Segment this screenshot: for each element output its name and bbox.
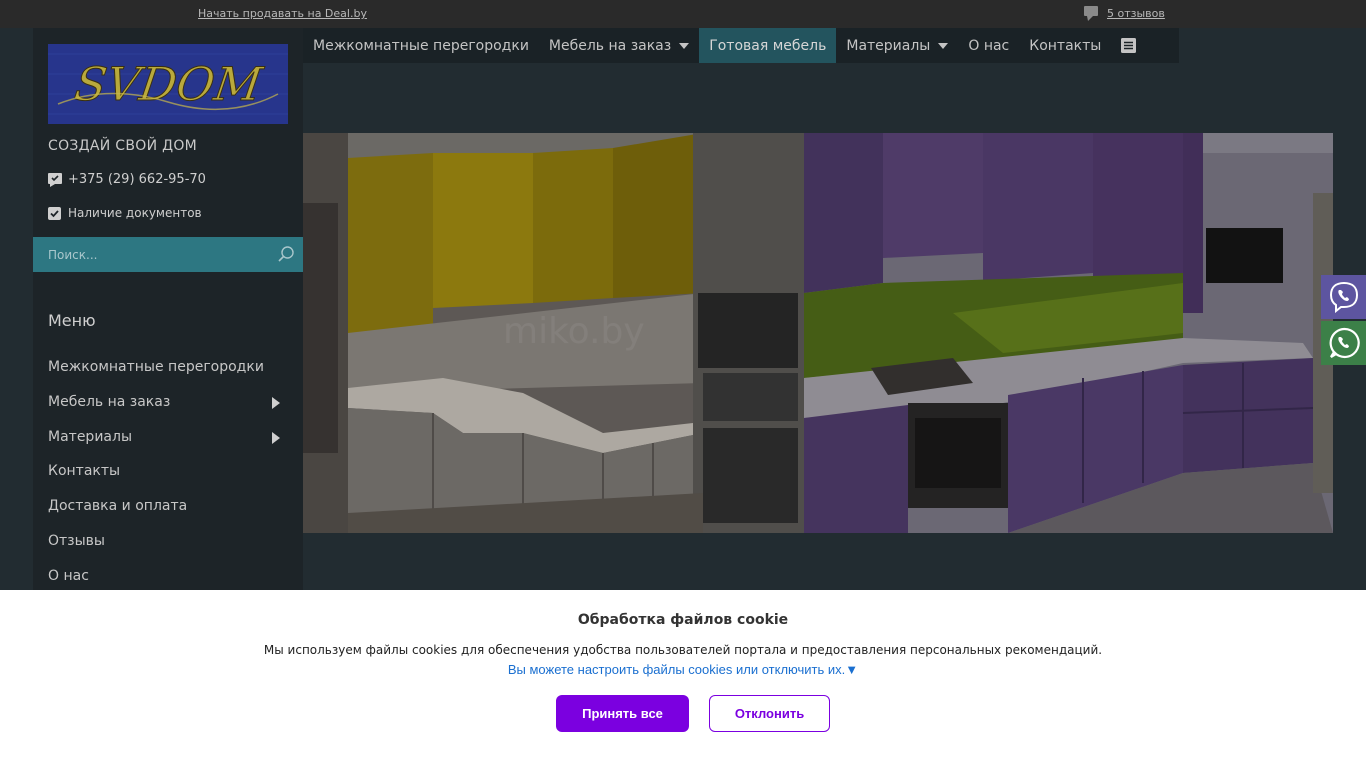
search-icon[interactable]	[277, 245, 295, 263]
viber-icon	[1329, 281, 1358, 313]
sidebar-item-partitions[interactable]: Межкомнатные перегородки	[48, 350, 288, 385]
site-logo[interactable]: SVDOM	[48, 44, 288, 124]
nav-item-contacts[interactable]: Контакты	[1019, 28, 1111, 63]
chevron-down-icon	[938, 42, 949, 49]
cookie-settings-link[interactable]: Вы можете настроить файлы cookies или от…	[0, 662, 1366, 677]
hero-banner-image[interactable]: miko.by	[303, 133, 1333, 533]
nav-item-ready-furniture[interactable]: Готовая мебель	[699, 28, 837, 63]
nav-item-about[interactable]: О нас	[958, 28, 1019, 63]
sidebar-item-materials[interactable]: Материалы	[48, 420, 288, 455]
top-bar: Начать продавать на Deal.by 5 отзывов	[0, 0, 1366, 28]
documents-label: Наличие документов	[68, 206, 202, 220]
chevron-right-icon[interactable]	[272, 431, 280, 444]
decline-button[interactable]: Отклонить	[709, 695, 830, 732]
cookie-banner: Обработка файлов cookie Мы используем фа…	[0, 590, 1366, 768]
reviews-link[interactable]: 5 отзывов	[1107, 7, 1165, 20]
whatsapp-icon	[1329, 327, 1360, 359]
phone-number[interactable]: +375 (29) 662-95-70	[68, 172, 206, 187]
sidebar-item-contacts[interactable]: Контакты	[48, 454, 288, 489]
search-input[interactable]	[48, 246, 258, 264]
main-nav: Межкомнатные перегородки Мебель на заказ…	[303, 28, 1179, 63]
sidebar-item-custom-furniture[interactable]: Мебель на заказ	[48, 385, 288, 420]
sidebar-menu: Межкомнатные перегородки Мебель на заказ…	[48, 350, 288, 594]
phone-block[interactable]: +375 (29) 662-95-70	[48, 172, 206, 187]
whatsapp-button[interactable]	[1321, 321, 1366, 365]
sidebar-item-about[interactable]: О нас	[48, 559, 288, 594]
viber-button[interactable]	[1321, 275, 1366, 319]
tagline: СОЗДАЙ СВОЙ ДОМ	[48, 138, 198, 154]
cookie-description: Мы используем файлы cookies для обеспече…	[263, 643, 1103, 657]
search-bar	[33, 237, 303, 272]
documents-block: Наличие документов	[48, 206, 202, 220]
cookie-title: Обработка файлов cookie	[577, 612, 789, 628]
reviews-block[interactable]: 5 отзывов	[1084, 6, 1165, 21]
start-selling-link[interactable]: Начать продавать на Deal.by	[198, 7, 367, 20]
comment-icon	[1084, 6, 1098, 21]
list-icon	[1121, 38, 1137, 53]
chevron-right-icon[interactable]	[272, 396, 280, 409]
nav-item-materials[interactable]: Материалы	[836, 28, 958, 63]
menu-title: Меню	[48, 311, 96, 330]
nav-item-partitions[interactable]: Межкомнатные перегородки	[303, 28, 539, 63]
sidebar-item-delivery[interactable]: Доставка и оплата	[48, 489, 288, 524]
chevron-down-icon	[679, 42, 690, 49]
accept-all-button[interactable]: Принять все	[556, 695, 689, 732]
check-icon	[48, 206, 61, 220]
sidebar-item-reviews[interactable]: Отзывы	[48, 524, 288, 559]
nav-item-custom-furniture[interactable]: Мебель на заказ	[539, 28, 699, 63]
phone-icon	[48, 172, 62, 187]
nav-more-button[interactable]	[1111, 28, 1146, 63]
